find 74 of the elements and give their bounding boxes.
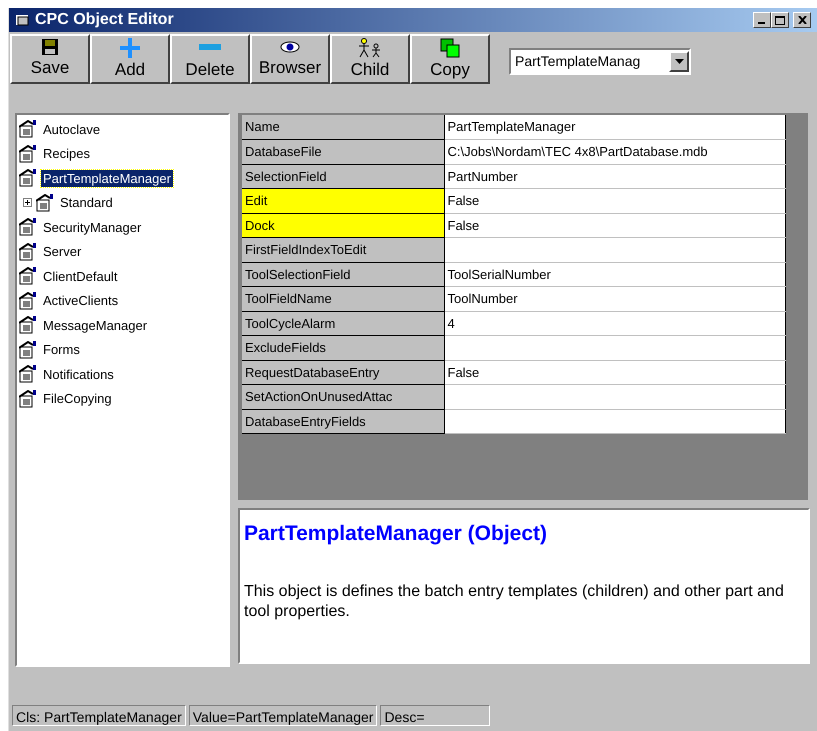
property-value[interactable]: C:\Jobs\Nordam\TEC 4x8\PartDatabase.mdb (448, 144, 708, 159)
maximize-icon (775, 16, 785, 24)
object-icon (19, 340, 37, 359)
object-icon (19, 292, 37, 310)
object-icon (36, 194, 54, 212)
object-combo[interactable]: PartTemplateManag (509, 48, 691, 75)
save-button[interactable]: Save (10, 34, 90, 84)
object-icon (19, 316, 37, 334)
property-name: DatabaseFile (241, 140, 444, 164)
property-name: ToolFieldName (241, 286, 444, 311)
tree-item[interactable]: Forms (41, 341, 82, 358)
window-title: CPC Object Editor (35, 10, 174, 30)
property-name: FirstFieldIndexToEdit (241, 238, 444, 262)
tree-item[interactable]: Autoclave (41, 120, 102, 138)
browser-button[interactable]: Browser (250, 34, 330, 84)
floppy-icon (41, 38, 59, 56)
object-icon (19, 267, 37, 286)
copy-button[interactable]: Copy (410, 34, 490, 84)
object-icon (19, 169, 37, 188)
object-icon (19, 218, 37, 236)
property-name: SetActionOnUnusedAttac (241, 384, 444, 409)
tree-item[interactable]: SecurityManager (41, 218, 144, 236)
eye-icon (280, 41, 300, 53)
property-value[interactable]: False (448, 193, 480, 208)
property-name: ToolSelectionField (241, 262, 444, 286)
description-text: This object is defines the batch entry templates (children) and other part and tool properties. (244, 582, 785, 622)
tree-item[interactable]: Recipes (41, 145, 92, 162)
people-icon (358, 38, 382, 58)
tree-item[interactable]: MessageManager (41, 316, 150, 334)
property-value[interactable]: False (448, 364, 480, 380)
description-title: PartTemplateManager (Object) (244, 521, 548, 547)
property-name: Name (241, 115, 444, 140)
property-value[interactable]: 4 (448, 316, 455, 330)
property-value[interactable]: False (448, 218, 480, 232)
tree-item[interactable]: Standard (58, 194, 115, 212)
property-name: SelectionField (241, 164, 444, 188)
close-button[interactable] (793, 12, 811, 28)
tree-item[interactable]: Notifications (41, 366, 116, 383)
object-icon (19, 390, 37, 408)
tree-item[interactable]: FileCopying (41, 390, 114, 408)
property-name: ToolCycleAlarm (241, 311, 444, 336)
property-name: ExcludeFields (241, 336, 444, 360)
add-button[interactable]: Add (90, 34, 170, 84)
minus-icon (199, 44, 221, 52)
property-value[interactable]: PartTemplateManager (448, 119, 576, 134)
property-name: Dock (241, 213, 444, 238)
dropdown-button[interactable] (669, 51, 689, 72)
tree-item[interactable]: Server (41, 243, 84, 260)
object-icon (19, 144, 37, 163)
status-pane: Value=PartTemplateManager (188, 705, 378, 726)
tree-item[interactable]: ClientDefault (41, 268, 120, 285)
expander-icon[interactable] (23, 198, 32, 208)
minimize-button[interactable] (753, 12, 771, 28)
tree-item[interactable]: PartTemplateManager (41, 170, 173, 187)
tree-item[interactable]: ActiveClients (41, 292, 120, 310)
status-pane: Cls: PartTemplateManager (12, 705, 186, 726)
close-icon (798, 16, 806, 24)
delete-button[interactable]: Delete (170, 34, 250, 84)
object-icon (19, 242, 37, 261)
property-value[interactable]: ToolSerialNumber (448, 266, 551, 282)
object-icon (19, 120, 37, 138)
copy-icon (440, 38, 460, 58)
plus-icon (120, 38, 140, 58)
property-name: Edit (241, 188, 444, 213)
app-icon (15, 13, 31, 27)
caret-icon (674, 59, 684, 64)
property-value[interactable]: ToolNumber (448, 291, 518, 306)
property-value[interactable]: PartNumber (448, 168, 518, 184)
status-pane: Desc= (380, 705, 490, 726)
child-button[interactable]: Child (330, 34, 410, 84)
maximize-button[interactable] (771, 12, 789, 28)
property-name: DatabaseEntryFields (241, 409, 444, 434)
object-icon (19, 365, 37, 384)
property-name: RequestDatabaseEntry (241, 360, 444, 384)
